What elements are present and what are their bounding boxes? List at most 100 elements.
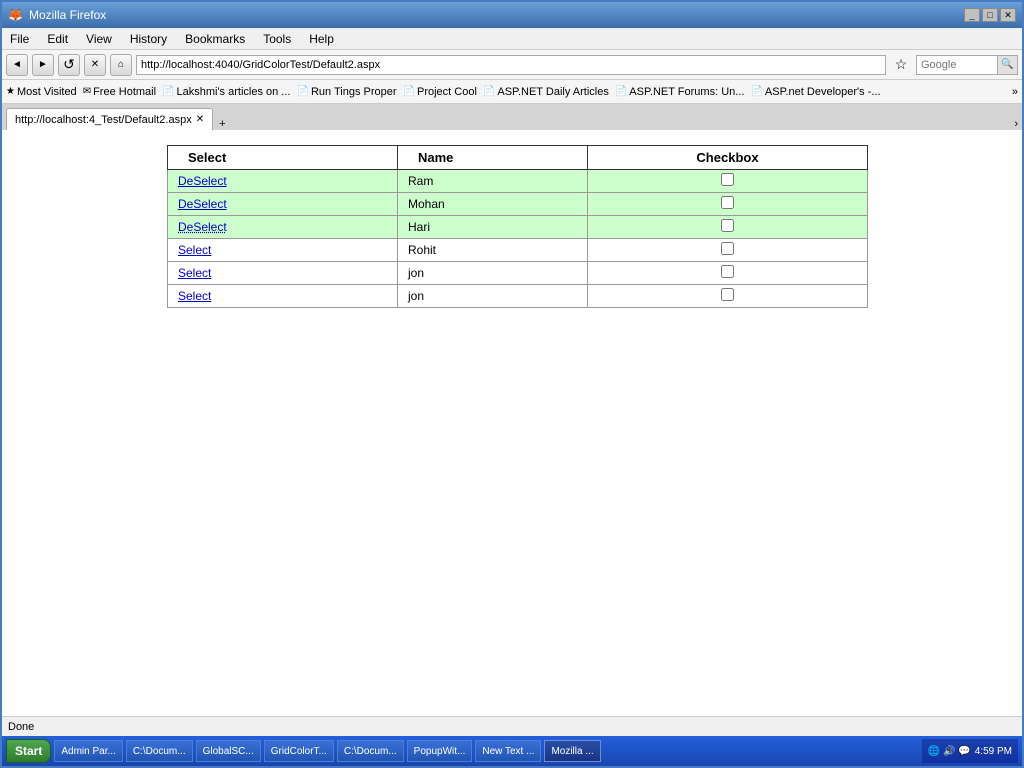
stop-button[interactable]: ✕: [84, 54, 106, 76]
menu-view[interactable]: View: [82, 31, 116, 47]
deselect-link[interactable]: DeSelect: [178, 197, 227, 211]
bookmarks-bar: ★ Most Visited ✉ Free Hotmail 📄 Lakshmi'…: [2, 80, 1022, 104]
bookmark-aspnet-daily[interactable]: 📄 ASP.NET Daily Articles: [483, 86, 609, 98]
bookmark-most-visited[interactable]: ★ Most Visited: [6, 86, 77, 98]
maximize-button[interactable]: □: [982, 8, 998, 22]
forward-button[interactable]: ►: [32, 54, 54, 76]
home-button[interactable]: ⌂: [110, 54, 132, 76]
minimize-button[interactable]: _: [964, 8, 980, 22]
new-tab-button[interactable]: +: [219, 118, 225, 130]
reload-button[interactable]: ↺: [58, 54, 80, 76]
menu-tools[interactable]: Tools: [259, 31, 295, 47]
table-row: DeSelect Mohan: [168, 193, 868, 216]
search-container: 🔍: [916, 55, 1018, 75]
bookmark-icon-aspnet-forums: 📄: [615, 86, 627, 97]
checkbox-cell: [588, 262, 868, 285]
taskbar: Start Admin Par... C:\Docum... GlobalSC.…: [2, 736, 1022, 766]
row-checkbox[interactable]: [721, 288, 734, 301]
table-row: DeSelect Hari: [168, 216, 868, 239]
name-cell: jon: [398, 262, 588, 285]
bookmark-icon-lakshmi: 📄: [162, 86, 174, 97]
bookmark-hotmail[interactable]: ✉ Free Hotmail: [83, 86, 156, 98]
start-button[interactable]: Start: [6, 739, 51, 763]
most-visited-icon: ★: [6, 86, 15, 97]
data-grid: Select Name Checkbox DeSelectRamDeSelect…: [167, 145, 868, 308]
taskbar-item-7[interactable]: Mozilla ...: [544, 740, 600, 762]
title-bar-controls: _ □ ✕: [964, 8, 1016, 22]
bookmark-icon-run-tings: 📄: [296, 86, 308, 97]
bookmark-label: ASP.NET Daily Articles: [497, 86, 608, 98]
bookmark-aspnet-forums[interactable]: 📄 ASP.NET Forums: Un...: [615, 86, 745, 98]
tab-label: http://localhost:4_Test/Default2.aspx: [15, 114, 192, 126]
name-cell: Hari: [398, 216, 588, 239]
bookmark-star-button[interactable]: ☆: [890, 54, 912, 76]
bookmark-label: Run Tings Proper: [311, 86, 397, 98]
row-checkbox[interactable]: [721, 219, 734, 232]
row-checkbox[interactable]: [721, 173, 734, 186]
tray-icons: 🌐 🔊 💬: [928, 746, 971, 757]
row-checkbox[interactable]: [721, 242, 734, 255]
search-go-button[interactable]: 🔍: [997, 56, 1017, 74]
close-button[interactable]: ✕: [1000, 8, 1016, 22]
browser-tab[interactable]: http://localhost:4_Test/Default2.aspx ✕: [6, 108, 213, 130]
row-checkbox[interactable]: [721, 196, 734, 209]
col-header-select: Select: [168, 146, 398, 170]
table-row: Select jon: [168, 285, 868, 308]
deselect-link[interactable]: DeSelect: [178, 220, 227, 234]
status-text: Done: [8, 721, 34, 733]
content-area: Select Name Checkbox DeSelectRamDeSelect…: [2, 130, 1022, 716]
bookmark-label: Project Cool: [417, 86, 477, 98]
bookmark-label: Free Hotmail: [93, 86, 156, 98]
taskbar-item-1[interactable]: C:\Docum...: [126, 740, 193, 762]
bookmark-icon-aspnet-dev: 📄: [750, 86, 762, 97]
name-cell: jon: [398, 285, 588, 308]
bookmark-label: Lakshmi's articles on ...: [177, 86, 291, 98]
select-link[interactable]: Select: [178, 266, 211, 280]
hotmail-icon: ✉: [83, 86, 91, 97]
select-link[interactable]: Select: [178, 289, 211, 303]
checkbox-cell: [588, 285, 868, 308]
search-input[interactable]: [917, 56, 997, 74]
back-button[interactable]: ◄: [6, 54, 28, 76]
bookmark-project-cool[interactable]: 📄 Project Cool: [403, 86, 477, 98]
browser-icon: 🦊: [8, 8, 23, 22]
table-row: DeSelect Ram: [168, 170, 868, 193]
menu-file[interactable]: File: [6, 31, 33, 47]
tab-scroll-right[interactable]: ›: [1014, 118, 1018, 130]
tab-close-button[interactable]: ✕: [196, 114, 204, 125]
bookmark-label: ASP.net Developer's -...: [765, 86, 881, 98]
name-cell: Mohan: [398, 193, 588, 216]
taskbar-item-0[interactable]: Admin Par...: [54, 740, 122, 762]
bookmark-icon-project-cool: 📄: [403, 86, 415, 97]
checkbox-cell: [588, 193, 868, 216]
tab-bar: http://localhost:4_Test/Default2.aspx ✕ …: [2, 104, 1022, 130]
taskbar-item-6[interactable]: New Text ...: [475, 740, 541, 762]
taskbar-item-5[interactable]: PopupWit...: [407, 740, 473, 762]
status-bar: Done: [2, 716, 1022, 736]
menu-help[interactable]: Help: [305, 31, 338, 47]
row-checkbox[interactable]: [721, 265, 734, 278]
title-bar-left: 🦊 Mozilla Firefox: [8, 8, 106, 22]
name-cell: Ram: [398, 170, 588, 193]
deselect-link[interactable]: DeSelect: [178, 174, 227, 188]
bookmark-aspnet-dev[interactable]: 📄 ASP.net Developer's -...: [750, 86, 880, 98]
address-bar[interactable]: [136, 55, 886, 75]
taskbar-item-2[interactable]: GlobalSC...: [196, 740, 261, 762]
bookmark-lakshmi[interactable]: 📄 Lakshmi's articles on ...: [162, 86, 290, 98]
taskbar-item-3[interactable]: GridColorT...: [264, 740, 334, 762]
nav-bar: ◄ ► ↺ ✕ ⌂ ☆ 🔍: [2, 50, 1022, 80]
bookmark-run-tings[interactable]: 📄 Run Tings Proper: [296, 86, 396, 98]
menu-edit[interactable]: Edit: [43, 31, 72, 47]
bookmark-icon-aspnet-daily: 📄: [483, 86, 495, 97]
checkbox-cell: [588, 170, 868, 193]
menu-history[interactable]: History: [126, 31, 171, 47]
clock: 4:59 PM: [975, 746, 1012, 757]
select-link[interactable]: Select: [178, 243, 211, 257]
menu-bookmarks[interactable]: Bookmarks: [181, 31, 249, 47]
bookmark-label: ASP.NET Forums: Un...: [629, 86, 744, 98]
checkbox-cell: [588, 216, 868, 239]
bookmarks-more-button[interactable]: »: [1012, 86, 1018, 98]
col-header-checkbox: Checkbox: [588, 146, 868, 170]
checkbox-cell: [588, 239, 868, 262]
taskbar-item-4[interactable]: C:\Docum...: [337, 740, 404, 762]
